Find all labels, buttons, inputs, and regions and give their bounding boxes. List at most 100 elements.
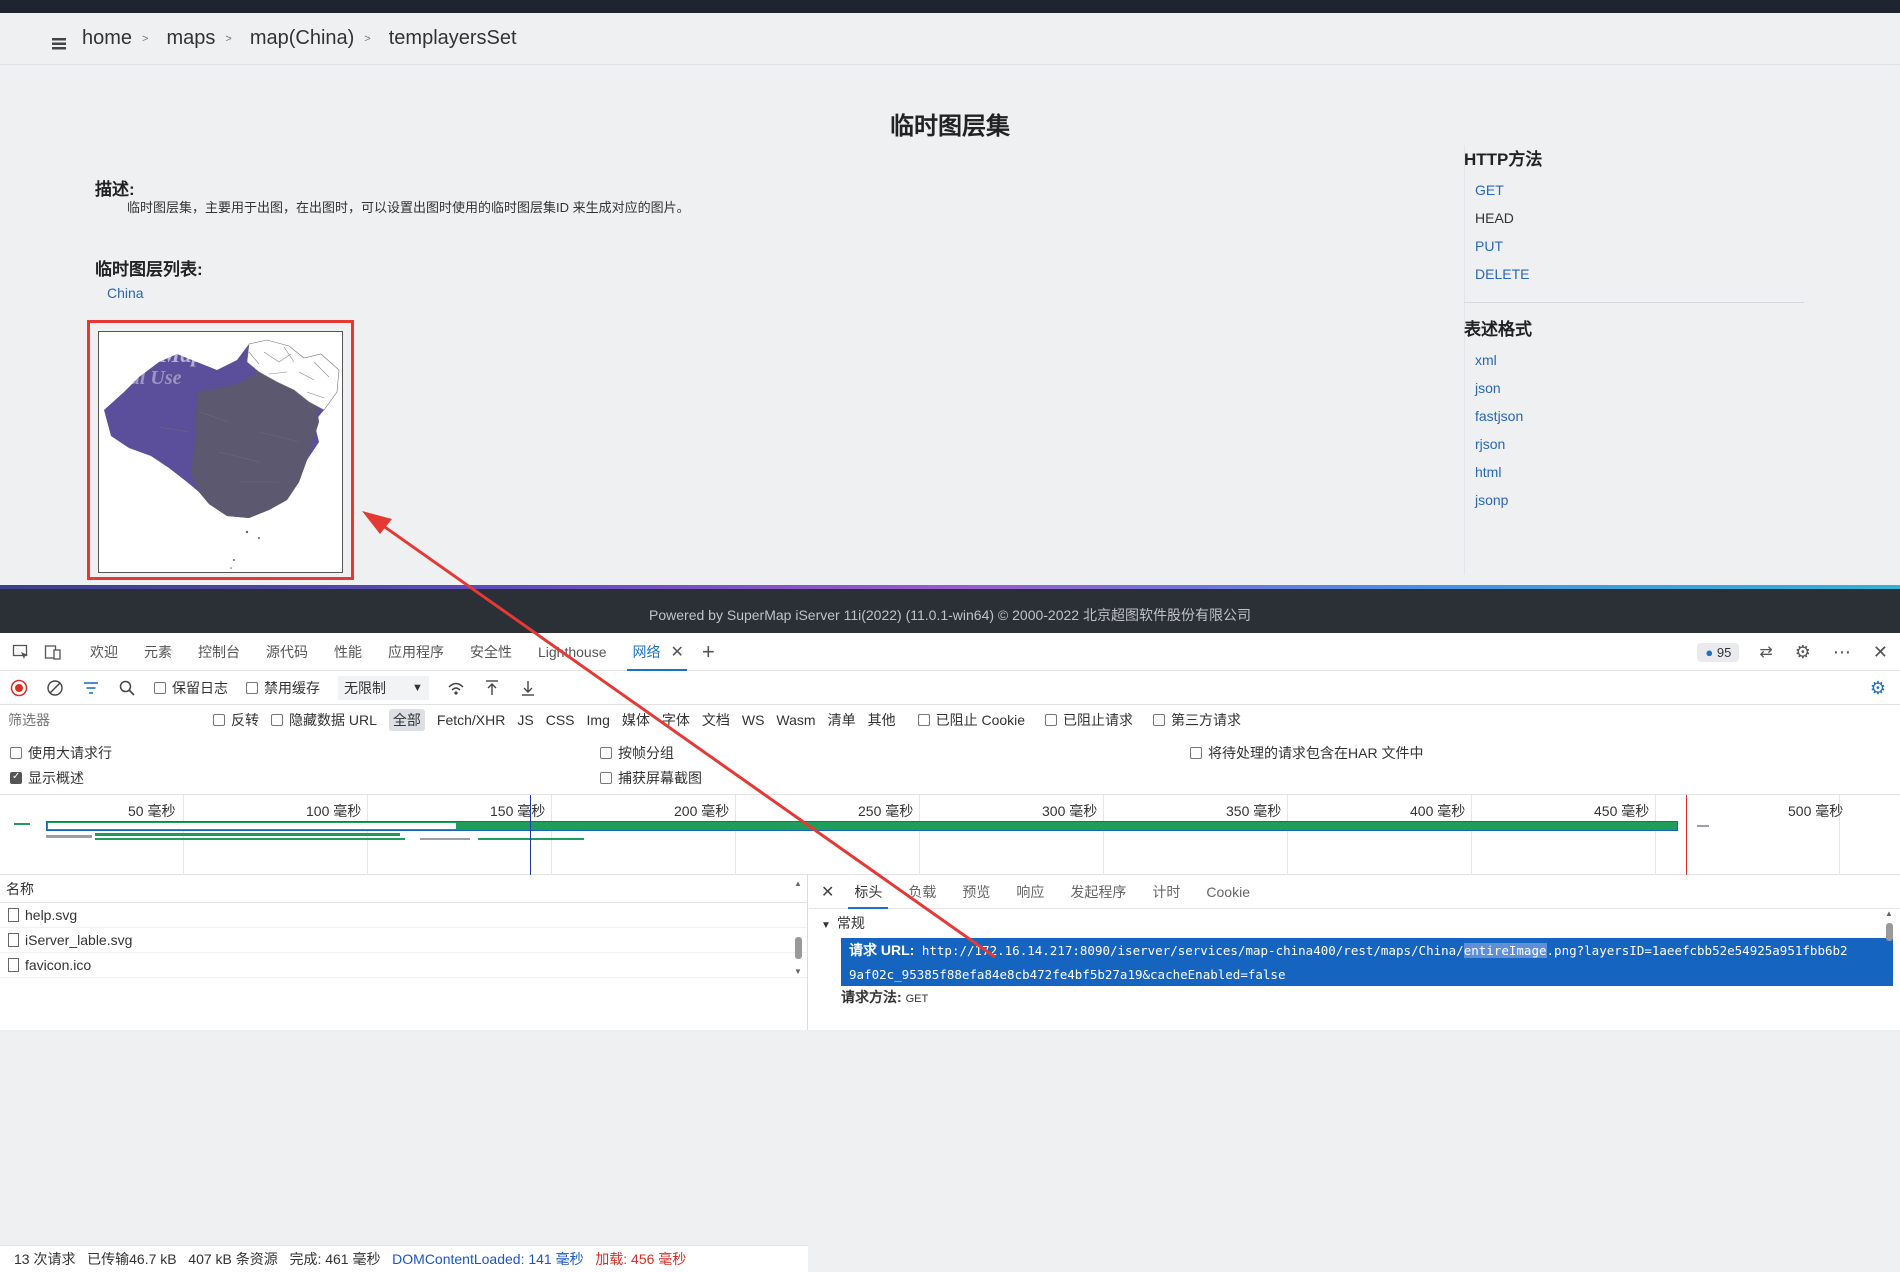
device-toolbar-icon[interactable]	[42, 641, 64, 663]
search-icon[interactable]	[118, 679, 136, 697]
tab-lighthouse[interactable]: Lighthouse	[538, 633, 607, 671]
share-icon[interactable]: ⇄	[1759, 642, 1772, 662]
tab-sources[interactable]: 源代码	[266, 633, 308, 671]
http-method-put[interactable]: PUT	[1464, 232, 1804, 260]
breadcrumb-map-china[interactable]: map(China)	[250, 27, 354, 50]
filter-type-other[interactable]: 其他	[868, 710, 896, 730]
request-row-favicon[interactable]: favicon.ico	[0, 953, 807, 978]
http-method-get[interactable]: GET	[1464, 176, 1804, 204]
tab-network[interactable]: 网络	[626, 633, 687, 671]
third-party-checkbox[interactable]: 第三方请求	[1153, 710, 1241, 730]
footer-accent-bar	[0, 585, 1900, 589]
triangle-down-icon: ▼	[821, 920, 831, 931]
general-section-header[interactable]: ▼ 常规	[809, 909, 1900, 937]
detail-tab-headers[interactable]: 标头	[848, 875, 889, 909]
show-overview-checkbox[interactable]: 显示概述	[10, 768, 84, 788]
filter-type-all[interactable]: 全部	[388, 709, 425, 731]
filter-type-manifest[interactable]: 清单	[828, 710, 856, 730]
filter-type-wasm[interactable]: Wasm	[776, 712, 815, 728]
scroll-up-icon[interactable]: ▲	[1885, 909, 1893, 918]
request-list-scrollbar[interactable]: ▲ ▼	[793, 875, 803, 1030]
detail-tab-cookies[interactable]: Cookie	[1206, 875, 1250, 909]
filter-icon[interactable]	[82, 679, 100, 697]
format-rjson[interactable]: rjson	[1464, 430, 1804, 458]
blocked-cookies-checkbox[interactable]: 已阻止 Cookie	[917, 710, 1025, 730]
preserve-log-checkbox[interactable]: 保留日志	[154, 678, 228, 698]
issues-badge[interactable]: ● 95	[1697, 642, 1740, 662]
format-json[interactable]: json	[1464, 374, 1804, 402]
filter-type-css[interactable]: CSS	[546, 712, 575, 728]
checkbox-icon	[246, 681, 258, 694]
close-devtools-icon[interactable]: ✕	[1873, 642, 1888, 663]
filter-type-fetch[interactable]: Fetch/XHR	[437, 712, 505, 728]
formats-heading: 表述格式	[1464, 320, 1532, 339]
close-detail-icon[interactable]: ✕	[821, 882, 834, 902]
har-pending-checkbox[interactable]: 将待处理的请求包含在HAR 文件中	[1190, 743, 1423, 763]
detail-scrollbar[interactable]: ▲	[1884, 909, 1894, 1030]
format-jsonp[interactable]: jsonp	[1464, 486, 1804, 514]
detail-tab-preview[interactable]: 预览	[962, 875, 990, 909]
name-column-header[interactable]: 名称	[0, 875, 807, 903]
disable-cache-checkbox[interactable]: 禁用缓存	[246, 678, 320, 698]
import-har-icon[interactable]	[483, 679, 501, 697]
invert-checkbox[interactable]: 反转	[213, 710, 259, 730]
scrollbar-thumb[interactable]	[795, 937, 802, 959]
record-icon[interactable]	[10, 679, 28, 697]
chevron-down-icon: ▼	[412, 681, 423, 694]
filter-type-doc[interactable]: 文档	[702, 710, 730, 730]
group-by-frame-checkbox[interactable]: 按帧分组	[600, 743, 674, 763]
menu-icon[interactable]	[52, 33, 66, 49]
scrollbar-thumb[interactable]	[1886, 923, 1893, 941]
close-tab-icon[interactable]: ✕	[671, 642, 684, 662]
throttle-select[interactable]: 无限制 ▼	[338, 675, 429, 700]
add-tab-icon[interactable]: +	[702, 639, 715, 665]
filter-type-js[interactable]: JS	[517, 712, 533, 728]
inspect-element-icon[interactable]	[10, 641, 32, 663]
breadcrumb-maps[interactable]: maps	[166, 27, 215, 50]
export-har-icon[interactable]	[519, 679, 537, 697]
detail-tab-payload[interactable]: 负载	[908, 875, 936, 909]
hide-data-urls-checkbox[interactable]: 隐藏数据 URL	[271, 710, 377, 730]
scroll-down-icon[interactable]: ▼	[794, 967, 802, 976]
scroll-up-icon[interactable]: ▲	[794, 879, 802, 888]
network-overview-timeline[interactable]: 50 毫秒 100 毫秒 150 毫秒 200 毫秒 250 毫秒 300 毫秒…	[0, 795, 1900, 875]
request-row-iserver-lable[interactable]: iServer_lable.svg	[0, 928, 807, 953]
checkbox-icon	[271, 714, 283, 726]
format-fastjson[interactable]: fastjson	[1464, 402, 1804, 430]
filter-input[interactable]	[8, 708, 203, 732]
checkbox-icon	[1153, 714, 1166, 726]
format-xml[interactable]: xml	[1464, 346, 1804, 374]
format-html[interactable]: html	[1464, 458, 1804, 486]
network-conditions-icon[interactable]	[447, 679, 465, 697]
tab-security[interactable]: 安全性	[470, 633, 512, 671]
page-title: 临时图层集	[890, 113, 1010, 140]
more-options-icon[interactable]: ⋯	[1833, 642, 1851, 663]
filter-type-ws[interactable]: WS	[742, 712, 765, 728]
tab-performance[interactable]: 性能	[334, 633, 362, 671]
tab-application[interactable]: 应用程序	[388, 633, 444, 671]
timeline-bar	[420, 838, 470, 840]
detail-tab-initiator[interactable]: 发起程序	[1070, 875, 1126, 909]
tab-elements[interactable]: 元素	[144, 633, 172, 671]
tab-welcome[interactable]: 欢迎	[90, 633, 118, 671]
http-method-delete[interactable]: DELETE	[1464, 260, 1804, 288]
timeline-bar	[48, 823, 456, 829]
filter-type-img[interactable]: Img	[587, 712, 610, 728]
network-status-bar: 13 次请求 已传输46.7 kB 407 kB 条资源 完成: 461 毫秒 …	[0, 1245, 808, 1272]
file-icon	[8, 908, 19, 922]
breadcrumb-home[interactable]: home	[82, 27, 132, 50]
large-rows-checkbox[interactable]: 使用大请求行	[10, 743, 112, 763]
capture-screenshots-checkbox[interactable]: 捕获屏幕截图	[600, 768, 702, 788]
gear-icon[interactable]: ⚙	[1795, 642, 1811, 663]
filter-type-font[interactable]: 字体	[662, 710, 690, 730]
blocked-requests-checkbox[interactable]: 已阻止请求	[1045, 710, 1133, 730]
tab-console[interactable]: 控制台	[198, 633, 240, 671]
filter-type-media[interactable]: 媒体	[622, 710, 650, 730]
request-row-help-svg[interactable]: help.svg	[0, 903, 807, 928]
clear-icon[interactable]	[46, 679, 64, 697]
detail-tab-timing[interactable]: 计时	[1152, 875, 1180, 909]
layer-link-china[interactable]: China	[107, 285, 144, 301]
detail-tab-response[interactable]: 响应	[1016, 875, 1044, 909]
request-url-row[interactable]: 请求 URL: http://172.16.14.217:8090/iserve…	[841, 938, 1893, 986]
network-settings-gear-icon[interactable]: ⚙	[1870, 678, 1886, 699]
